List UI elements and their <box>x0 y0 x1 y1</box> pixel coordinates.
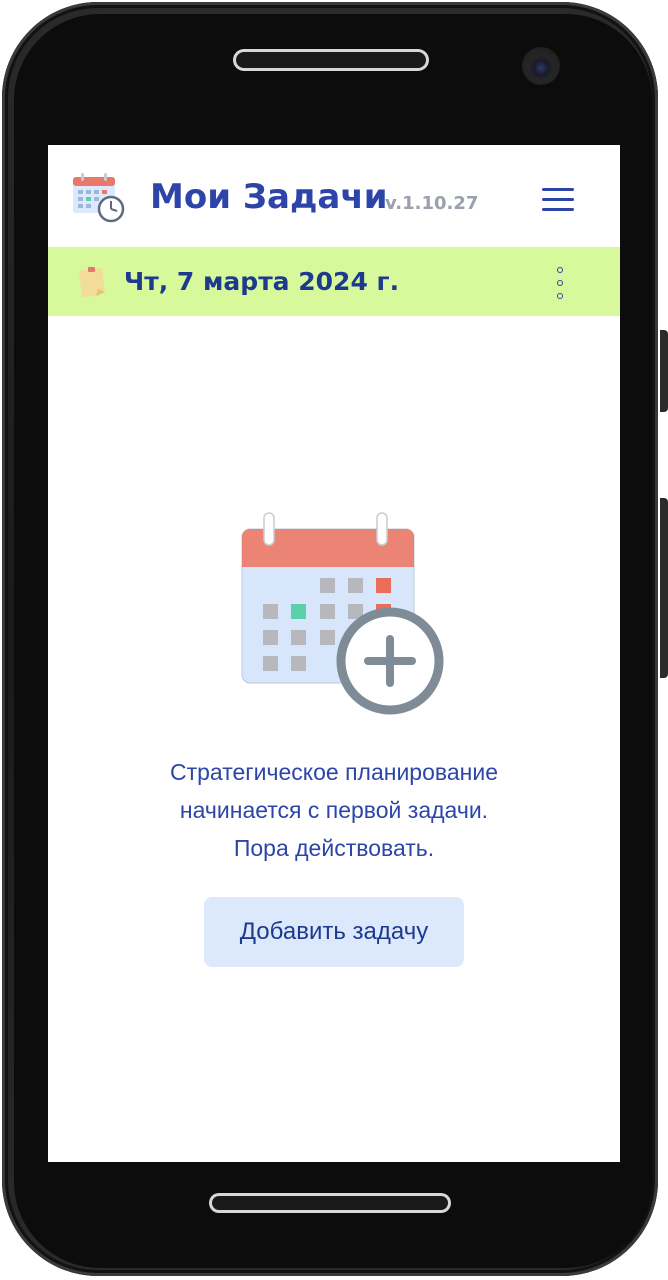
more-vertical-icon[interactable] <box>548 265 572 301</box>
front-camera <box>522 47 560 85</box>
app-screen: Мои Задачи v.1.10.27 Чт, 7 марта 2024 г. <box>48 145 620 1162</box>
sticky-note-icon <box>76 265 108 299</box>
app-version: v.1.10.27 <box>385 193 479 214</box>
current-date[interactable]: Чт, 7 марта 2024 г. <box>124 267 399 296</box>
phone-frame: Мои Задачи v.1.10.27 Чт, 7 марта 2024 г. <box>0 0 668 1280</box>
empty-state-line: начинается с первой задачи. <box>179 797 489 823</box>
calendar-clock-icon <box>72 173 126 223</box>
date-bar: Чт, 7 марта 2024 г. <box>48 247 620 316</box>
hamburger-menu-icon[interactable] <box>542 185 576 213</box>
app-title: Мои Задачи <box>150 177 388 217</box>
calendar-add-icon <box>238 511 450 721</box>
power-button <box>660 498 668 678</box>
empty-state-message: Стратегическое планирование начинается с… <box>48 753 620 867</box>
add-task-button[interactable]: Добавить задачу <box>204 897 464 967</box>
app-header: Мои Задачи v.1.10.27 <box>48 145 620 247</box>
bottom-speaker-grille <box>212 1196 448 1210</box>
empty-state-line: Пора действовать. <box>233 835 435 861</box>
volume-button <box>660 330 668 412</box>
earpiece-speaker <box>236 52 426 68</box>
empty-state-line: Стратегическое планирование <box>170 759 498 785</box>
